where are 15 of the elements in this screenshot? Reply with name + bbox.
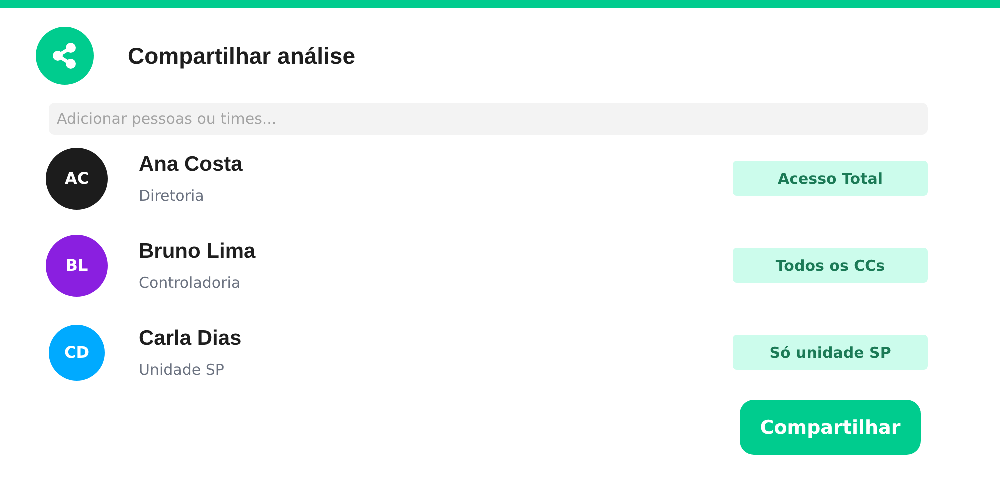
person-name: Bruno Lima [139, 240, 257, 264]
person-name: Carla Dias [139, 326, 243, 350]
share-icon [36, 27, 94, 85]
dialog-title: Compartilhar análise [128, 42, 356, 70]
avatar: CD [49, 324, 105, 380]
person-role: Diretoria [139, 186, 206, 204]
access-level-button[interactable]: Acesso Total [733, 161, 928, 196]
avatar: AC [46, 148, 108, 210]
person-role: Controladoria [139, 274, 242, 292]
access-level-button[interactable]: Todos os CCs [733, 248, 928, 283]
access-level-button[interactable]: Só unidade SP [733, 335, 928, 370]
avatar: BL [46, 234, 108, 296]
person-role: Unidade SP [139, 360, 226, 378]
search-field[interactable]: Adicionar pessoas ou times... [49, 103, 928, 135]
person-name: Ana Costa [139, 152, 244, 176]
